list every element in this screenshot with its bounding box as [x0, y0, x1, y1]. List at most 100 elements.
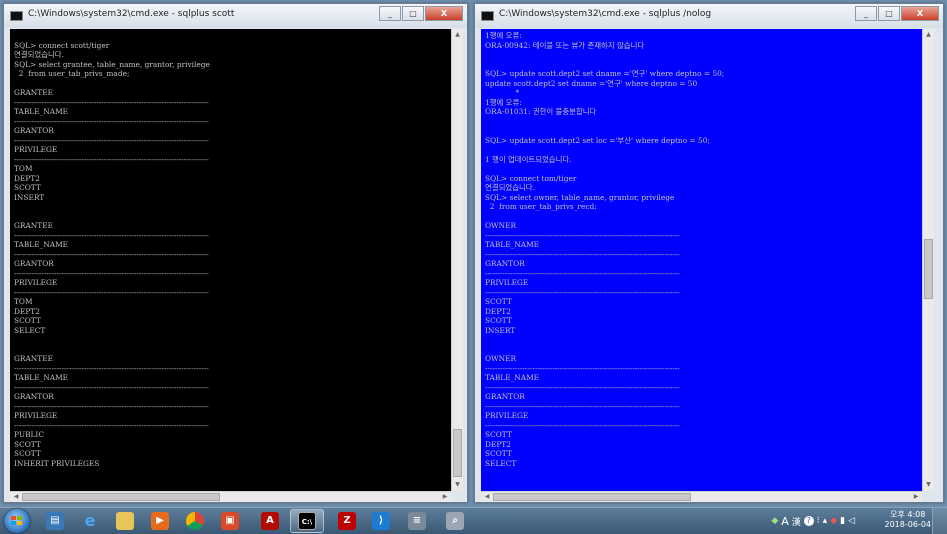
- show-hidden-icons-icon[interactable]: ▴: [823, 516, 828, 526]
- console-line: ----------------------------------------…: [485, 230, 680, 240]
- taskbar-explorer[interactable]: ▤: [38, 509, 72, 533]
- clock[interactable]: 오후 4:08 2018-06-04: [885, 510, 932, 530]
- tray-settings-icon[interactable]: ⁝: [817, 516, 820, 526]
- taskbar-app[interactable]: ▣: [213, 509, 247, 533]
- database-icon: ≡: [408, 512, 426, 530]
- right-window-titlebar[interactable]: C:\Windows\system32\cmd.exe - sqlplus /n…: [475, 4, 943, 28]
- console-line: DEPT2: [14, 306, 40, 316]
- minimize-button[interactable]: _: [379, 6, 401, 21]
- volume-icon[interactable]: ◁: [848, 516, 855, 526]
- left-console-output[interactable]: SQL> connect scott/tiger 연결되었습니다. SQL> sel…: [10, 29, 451, 491]
- console-line: 1 행이 업데이트되었습니다.: [485, 154, 572, 164]
- console-line: SQL> update scott.dept2 set loc ='부산' wh…: [485, 135, 710, 145]
- taskbar-media-player[interactable]: ▶: [143, 509, 177, 533]
- left-vertical-scrollbar[interactable]: ▲ ▼: [451, 29, 463, 491]
- ime-mode-label[interactable]: A: [781, 515, 789, 528]
- right-window-title: C:\Windows\system32\cmd.exe - sqlplus /n…: [499, 9, 712, 19]
- console-line: DEPT2: [14, 173, 40, 183]
- left-cmd-window[interactable]: C:\Windows\system32\cmd.exe - sqlplus sc…: [3, 3, 468, 503]
- console-line: TOM: [14, 297, 33, 306]
- console-line: PRIVILEGE: [485, 411, 529, 420]
- taskbar-cmd[interactable]: C:\: [290, 509, 324, 533]
- chrome-icon: [186, 512, 204, 530]
- ime-indicator-icon[interactable]: ◆: [771, 516, 778, 526]
- scroll-right-arrow-icon[interactable]: ▶: [439, 492, 451, 502]
- console-line: GRANTOR: [14, 259, 54, 268]
- console-line: 연결되었습니다.: [485, 183, 535, 192]
- ie-icon: e: [84, 511, 96, 530]
- console-line: ----------------------------------------…: [14, 382, 209, 392]
- close-button[interactable]: X: [425, 6, 463, 21]
- console-line: ORA-00942: 테이블 또는 뷰가 존재하지 않습니다: [485, 40, 645, 50]
- taskbar-filezilla[interactable]: Z: [330, 509, 364, 533]
- console-line: TABLE_NAME: [485, 373, 540, 382]
- scroll-left-arrow-icon[interactable]: ◀: [481, 492, 493, 502]
- taskbar-database[interactable]: ≡: [400, 509, 434, 533]
- scroll-down-arrow-icon[interactable]: ▼: [923, 479, 934, 491]
- console-line: DEPT2: [485, 439, 511, 449]
- minimize-button[interactable]: _: [855, 6, 877, 21]
- console-line: SELECT: [14, 325, 46, 335]
- scroll-up-arrow-icon[interactable]: ▲: [923, 29, 934, 41]
- scroll-left-arrow-icon[interactable]: ◀: [10, 492, 22, 502]
- windows-logo-icon: [11, 516, 23, 526]
- console-line: update scott.dept2 set dname ='연구' where…: [485, 78, 698, 88]
- console-line: PRIVILEGE: [485, 278, 529, 287]
- taskbar: ▤ e ▶ ▣ A C:\ Z ⟩ ≡ ⌕ ◆ A 漢 ? ⁝ ▴ ◆ ▮ ◁ …: [0, 507, 947, 534]
- console-line: ----------------------------------------…: [14, 363, 209, 373]
- taskbar-acrobat[interactable]: A: [253, 509, 287, 533]
- scroll-thumb[interactable]: [924, 239, 933, 299]
- start-button[interactable]: [4, 509, 30, 533]
- console-line: SCOTT: [14, 449, 41, 458]
- close-button[interactable]: X: [901, 6, 939, 21]
- console-line: TABLE_NAME: [14, 373, 69, 382]
- right-cmd-window[interactable]: C:\Windows\system32\cmd.exe - sqlplus /n…: [474, 3, 944, 503]
- tray-app-icon[interactable]: ◆: [830, 516, 837, 526]
- right-horizontal-scrollbar[interactable]: ◀ ▶: [481, 491, 922, 502]
- console-line: ----------------------------------------…: [14, 268, 209, 278]
- console-line: ----------------------------------------…: [14, 420, 209, 430]
- left-horizontal-scrollbar[interactable]: ◀ ▶: [10, 491, 451, 502]
- console-line: ----------------------------------------…: [14, 230, 209, 240]
- console-line: TABLE_NAME: [14, 240, 69, 249]
- console-line: SCOTT: [14, 439, 41, 449]
- taskbar-chrome[interactable]: [178, 509, 212, 533]
- console-line: TABLE_NAME: [485, 240, 540, 249]
- console-line: ----------------------------------------…: [14, 287, 209, 297]
- console-line: SQL> connect scott/tiger: [14, 40, 110, 50]
- console-line: OWNER: [485, 354, 517, 363]
- console-line: GRANTEE: [14, 88, 53, 97]
- scroll-thumb[interactable]: [493, 493, 691, 501]
- right-vertical-scrollbar[interactable]: ▲ ▼: [922, 29, 934, 491]
- console-line: SCOTT: [485, 430, 512, 439]
- scroll-up-arrow-icon[interactable]: ▲: [452, 29, 463, 41]
- network-icon[interactable]: ▮: [840, 516, 845, 526]
- taskbar-vscode[interactable]: ⟩: [364, 509, 398, 533]
- taskbar-ie[interactable]: e: [73, 509, 107, 533]
- scroll-right-arrow-icon[interactable]: ▶: [910, 492, 922, 502]
- hanja-label[interactable]: 漢: [792, 515, 801, 528]
- help-icon[interactable]: ?: [803, 516, 814, 526]
- console-line: GRANTOR: [14, 392, 54, 401]
- console-line: ----------------------------------------…: [485, 287, 680, 297]
- scroll-thumb[interactable]: [453, 429, 462, 477]
- left-window-titlebar[interactable]: C:\Windows\system32\cmd.exe - sqlplus sc…: [4, 4, 467, 28]
- filezilla-icon: Z: [338, 512, 356, 530]
- taskbar-folder[interactable]: [108, 509, 142, 533]
- maximize-button[interactable]: □: [402, 6, 424, 21]
- show-desktop-button[interactable]: [932, 508, 947, 534]
- console-line: ----------------------------------------…: [485, 363, 680, 373]
- taskbar-search-tool[interactable]: ⌕: [438, 509, 472, 533]
- scroll-thumb[interactable]: [22, 493, 220, 501]
- maximize-button[interactable]: □: [878, 6, 900, 21]
- console-line: PRIVILEGE: [14, 411, 58, 420]
- right-console-output[interactable]: 1행에 오류: ORA-00942: 테이블 또는 뷰가 존재하지 않습니다 SQL…: [481, 29, 922, 491]
- scroll-down-arrow-icon[interactable]: ▼: [452, 479, 463, 491]
- console-line: SCOTT: [14, 316, 41, 325]
